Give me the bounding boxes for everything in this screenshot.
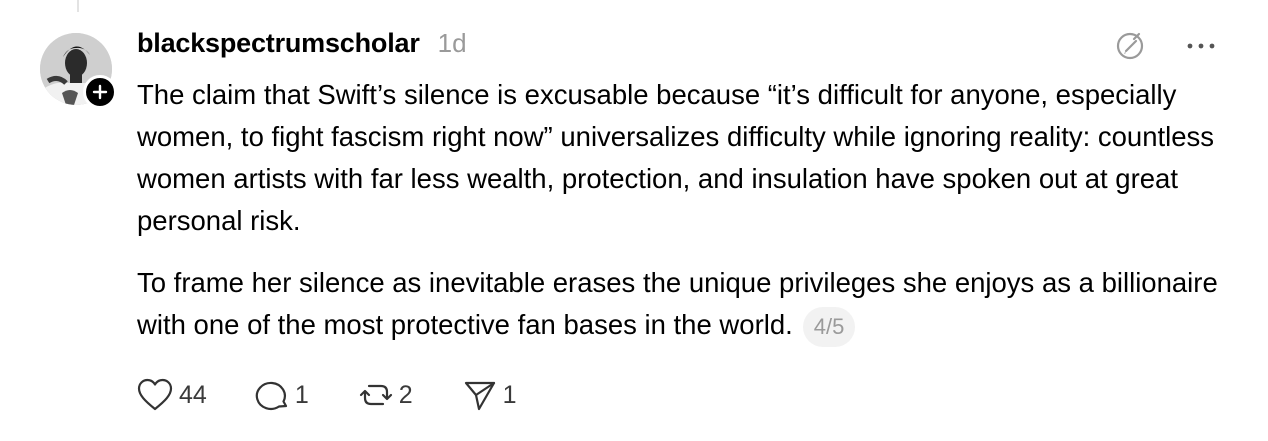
- more-icon: [1187, 43, 1215, 49]
- repost-button[interactable]: 2: [359, 378, 413, 412]
- username[interactable]: blackspectrumscholar: [137, 28, 420, 59]
- like-button[interactable]: 44: [137, 378, 207, 412]
- post-paragraph-1: The claim that Swift’s silence is excusa…: [137, 79, 1215, 236]
- share-button[interactable]: 1: [463, 378, 517, 412]
- thread-line: [77, 0, 79, 12]
- reply-count: 1: [294, 380, 309, 409]
- like-count: 44: [179, 380, 207, 409]
- more-button[interactable]: [1185, 38, 1217, 59]
- comment-icon: [255, 381, 287, 411]
- page-indicator[interactable]: 4/5: [802, 307, 856, 347]
- action-bar: 44 1 2 1: [137, 374, 517, 416]
- heart-icon: [137, 378, 173, 411]
- translate-button[interactable]: [1114, 30, 1146, 67]
- comment-button[interactable]: 1: [255, 378, 309, 412]
- repost-count: 2: [398, 380, 413, 409]
- share-icon: [464, 381, 495, 411]
- repost-icon: [359, 384, 392, 406]
- post-paragraph-2-text: To frame her silence as inevitable erase…: [137, 267, 1218, 340]
- share-count: 1: [502, 380, 517, 409]
- translate-icon: [1116, 32, 1144, 60]
- plus-icon: [92, 84, 108, 100]
- timestamp[interactable]: 1d: [438, 28, 467, 59]
- follow-button[interactable]: [83, 75, 117, 109]
- post-paragraph-2: To frame her silence as inevitable erase…: [137, 262, 1227, 347]
- post-header: blackspectrumscholar 1d: [137, 28, 467, 64]
- post-body: The claim that Swift’s silence is excusa…: [137, 74, 1227, 347]
